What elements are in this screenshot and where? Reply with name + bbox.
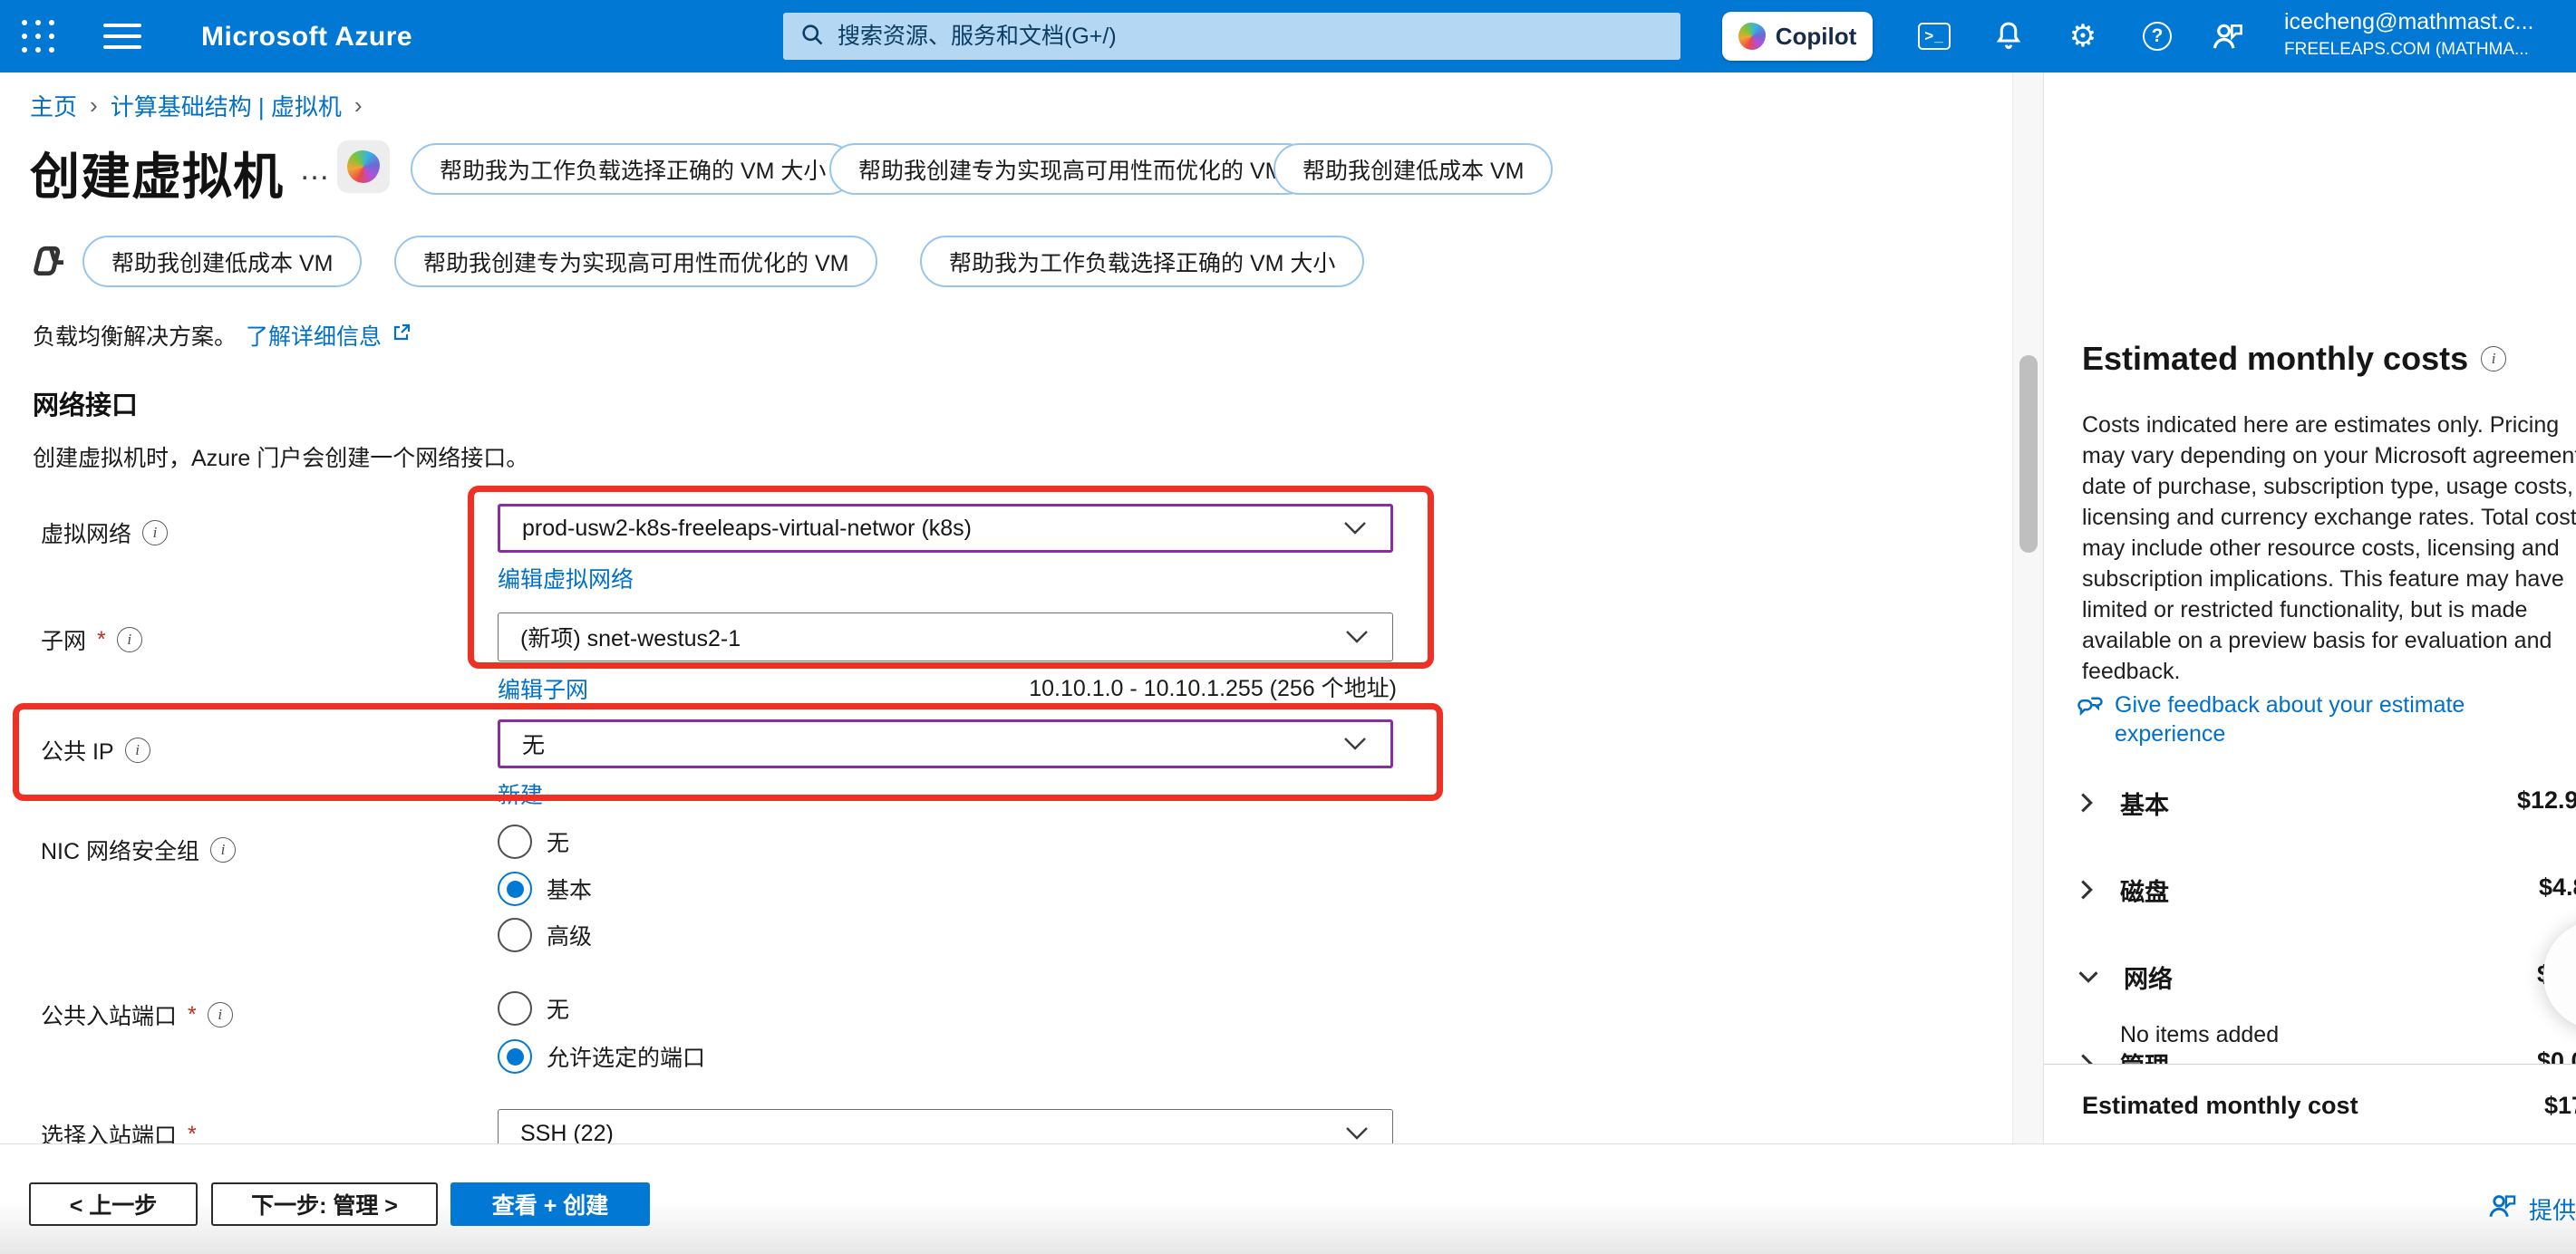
- subnet-dropdown[interactable]: (新项) snet-westus2-1: [498, 613, 1393, 661]
- review-create-button[interactable]: 查看 + 创建: [450, 1182, 650, 1226]
- radio-icon[interactable]: [498, 918, 532, 952]
- search-input[interactable]: [838, 24, 1664, 50]
- chevron-right-icon: ›: [354, 92, 363, 120]
- wizard-footer: < 上一步 下一步: 管理 > 查看 + 创建 提供...: [0, 1143, 2576, 1254]
- estimate-feedback-link[interactable]: Give feedback about your estimate experi…: [2115, 690, 2530, 748]
- breadcrumb-compute[interactable]: 计算基础结构 | 虚拟机: [111, 89, 342, 122]
- radio-icon[interactable]: [498, 825, 532, 859]
- cost-price: $12.9: [2517, 786, 2576, 815]
- info-icon[interactable]: i: [210, 837, 236, 863]
- chevron-down-icon: [2077, 967, 2100, 987]
- chevron-right-icon: [2077, 878, 2097, 902]
- copilot-suggestion-high-availability[interactable]: 帮助我创建专为实现高可用性而优化的 VM: [829, 143, 1312, 195]
- vnet-dropdown[interactable]: prod-usw2-k8s-freeleaps-virtual-networ (…: [498, 504, 1393, 553]
- account-info[interactable]: icecheng@mathmast.c... FREELEAPS.COM (MA…: [2284, 9, 2576, 60]
- info-icon[interactable]: i: [208, 1002, 233, 1027]
- scrollbar-track[interactable]: [2012, 72, 2043, 1143]
- chevron-down-icon: [1345, 624, 1369, 651]
- edit-vnet-link[interactable]: 编辑虚拟网络: [498, 562, 634, 594]
- cost-row-network[interactable]: 网络 $0.0: [2077, 957, 2576, 997]
- nsg-option-none[interactable]: 无: [498, 825, 569, 859]
- total-label: Estimated monthly cost: [2082, 1092, 2358, 1120]
- more-options-ellipsis[interactable]: …: [299, 152, 330, 188]
- copilot-suggestion-low-cost-2[interactable]: 帮助我创建低成本 VM: [82, 236, 362, 287]
- estimate-feedback-row[interactable]: Give feedback about your estimate experi…: [2077, 690, 2530, 748]
- create-new-public-ip-link[interactable]: 新建: [498, 777, 543, 810]
- help-icon[interactable]: ?: [2137, 18, 2177, 54]
- cost-row-basic[interactable]: 基本 $12.9: [2077, 783, 2576, 823]
- copilot-icon: [1738, 23, 1766, 50]
- chevron-down-icon: [1343, 731, 1367, 757]
- chevron-down-icon: [1343, 516, 1367, 542]
- learn-more-link[interactable]: 了解详细信息: [246, 319, 382, 352]
- feedback-person-icon: [2487, 1191, 2518, 1227]
- azure-create-vm-page: Microsoft Azure Copilot >_ ⚙ ? icecheng@…: [0, 0, 2576, 1254]
- inbound-ports-label: 公共入站端口 * i: [41, 998, 233, 1031]
- total-value: $17: [2544, 1092, 2576, 1120]
- copilot-suggestion-vm-size[interactable]: 帮助我为工作负载选择正确的 VM 大小: [411, 143, 855, 195]
- cost-price: $4.8: [2539, 873, 2576, 902]
- subnet-label: 子网 * i: [41, 623, 142, 656]
- feedback-person-icon[interactable]: [2208, 18, 2248, 54]
- global-search[interactable]: [783, 13, 1680, 60]
- next-step-button[interactable]: 下一步: 管理 >: [211, 1182, 438, 1226]
- radio-icon[interactable]: [498, 991, 532, 1026]
- estimated-costs-panel: Estimated monthly costs i Costs indicate…: [2043, 72, 2576, 1143]
- copilot-button[interactable]: Copilot: [1722, 12, 1873, 61]
- copilot-suggestion-vm-size-2[interactable]: 帮助我为工作负载选择正确的 VM 大小: [920, 236, 1364, 287]
- info-icon[interactable]: i: [117, 627, 142, 652]
- copilot-outline-icon[interactable]: [30, 241, 70, 281]
- notifications-bell-icon[interactable]: [1989, 18, 2029, 54]
- inbound-option-allow-selected[interactable]: 允许选定的端口: [498, 1039, 705, 1074]
- info-icon[interactable]: i: [125, 738, 150, 763]
- nsg-label: NIC 网络安全组 i: [41, 834, 236, 866]
- vnet-label: 虚拟网络 i: [41, 516, 168, 549]
- load-balancer-note: 负载均衡解决方案。 了解详细信息: [33, 319, 412, 352]
- settings-gear-icon[interactable]: ⚙: [2063, 18, 2103, 54]
- public-ip-label: 公共 IP i: [41, 734, 150, 767]
- chevron-right-icon: [2077, 791, 2097, 815]
- copilot-icon: [347, 150, 380, 183]
- radio-selected-icon[interactable]: [498, 872, 532, 906]
- breadcrumb-home[interactable]: 主页: [30, 89, 77, 122]
- nsg-option-basic[interactable]: 基本: [498, 872, 592, 906]
- copilot-suggestion-high-availability-2[interactable]: 帮助我创建专为实现高可用性而优化的 VM: [394, 236, 877, 287]
- radio-selected-icon[interactable]: [498, 1039, 532, 1074]
- section-title-network-interface: 网络接口: [33, 384, 138, 422]
- previous-step-button[interactable]: < 上一步: [29, 1182, 198, 1226]
- costs-disclaimer: Costs indicated here are estimates only.…: [2082, 410, 2576, 687]
- top-bar: Microsoft Azure Copilot >_ ⚙ ? icecheng@…: [0, 0, 2576, 72]
- waffle-menu-icon[interactable]: [22, 20, 56, 54]
- copilot-badge-button[interactable]: [337, 140, 390, 193]
- breadcrumb: 主页 › 计算基础结构 | 虚拟机 ›: [30, 89, 363, 122]
- feedback-bubbles-icon: [2077, 690, 2104, 748]
- chevron-right-icon: ›: [90, 92, 98, 120]
- external-link-icon: [391, 322, 412, 350]
- subnet-address-range: 10.10.1.0 - 10.10.1.255 (256 个地址): [498, 670, 1397, 703]
- info-icon[interactable]: i: [142, 520, 168, 545]
- estimated-monthly-cost-total: Estimated monthly cost $17: [2044, 1064, 2576, 1153]
- hamburger-menu-icon[interactable]: [103, 24, 141, 49]
- inbound-option-none[interactable]: 无: [498, 991, 569, 1026]
- costs-panel-title: Estimated monthly costs i: [2082, 340, 2506, 378]
- cost-row-disk[interactable]: 磁盘 $4.8: [2077, 870, 2576, 910]
- footer-feedback-link[interactable]: 提供...: [2487, 1191, 2576, 1227]
- section-description: 创建虚拟机时，Azure 门户会创建一个网络接口。: [33, 440, 528, 473]
- cloud-shell-icon[interactable]: >_: [1914, 18, 1954, 54]
- info-icon[interactable]: i: [2481, 346, 2506, 371]
- nsg-option-advanced[interactable]: 高级: [498, 918, 592, 952]
- scrollbar-thumb[interactable]: [2019, 355, 2038, 553]
- account-email: icecheng@mathmast.c...: [2284, 9, 2576, 35]
- copilot-suggestion-low-cost[interactable]: 帮助我创建低成本 VM: [1273, 143, 1553, 195]
- public-ip-dropdown[interactable]: 无: [498, 719, 1393, 768]
- page-title: 创建虚拟机: [30, 136, 284, 208]
- brand-title[interactable]: Microsoft Azure: [201, 22, 412, 53]
- search-icon: [799, 22, 825, 52]
- account-tenant: FREELEAPS.COM (MATHMA...: [2284, 40, 2576, 60]
